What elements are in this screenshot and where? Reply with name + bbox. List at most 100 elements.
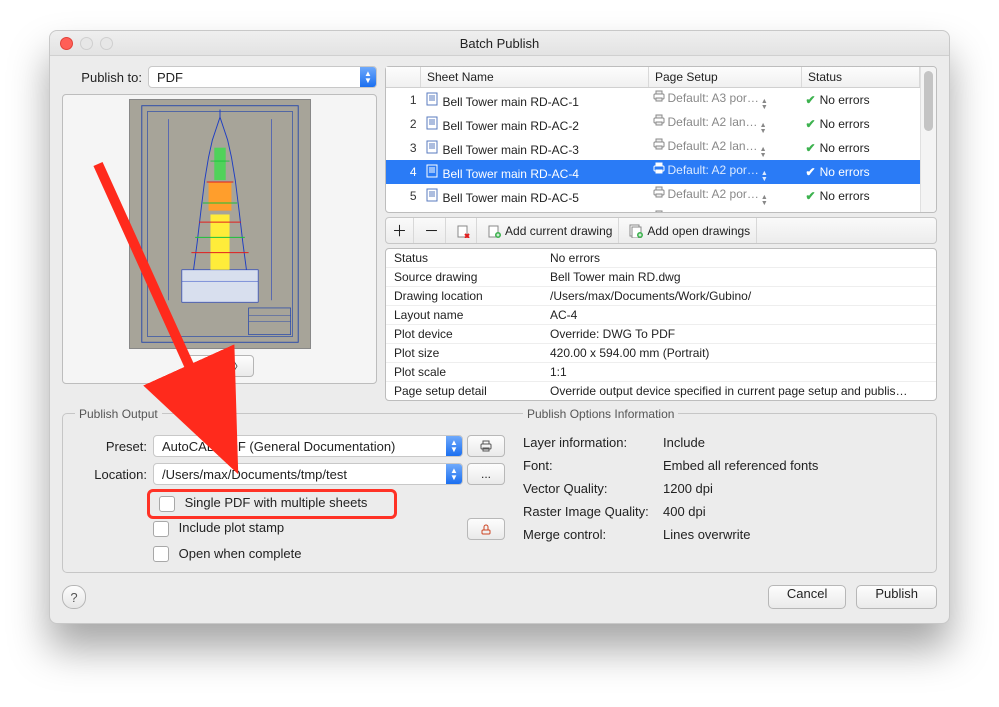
- checkbox-icon: [159, 496, 175, 512]
- row-index: 5: [386, 184, 421, 208]
- stepper-icon: ▲▼: [761, 195, 768, 207]
- printer-icon: [653, 186, 665, 198]
- sheet-name-cell: Bell Tower main RD-AC-1: [421, 88, 649, 113]
- sheet-icon: [425, 212, 439, 213]
- option-value: Embed all referenced fonts: [663, 458, 818, 473]
- option-value: Lines overwrite: [663, 527, 750, 542]
- dropdown-arrows-icon: ▲▼: [446, 464, 462, 484]
- option-value: 400 dpi: [663, 504, 706, 519]
- location-select[interactable]: /Users/max/Documents/tmp/test ▲▼: [153, 463, 463, 485]
- detail-value: 1:1: [542, 363, 936, 382]
- option-info-row: Font:Embed all referenced fonts: [523, 458, 924, 473]
- col-page-setup[interactable]: Page Setup: [649, 67, 802, 88]
- printer-icon: [653, 90, 665, 102]
- detail-value: /Users/max/Documents/Work/Gubino/: [542, 287, 936, 306]
- option-key: Font:: [523, 458, 663, 473]
- sheet-details: StatusNo errorsSource drawingBell Tower …: [385, 248, 937, 401]
- detail-value: AC-4: [542, 306, 936, 325]
- detail-key: Source drawing: [386, 268, 542, 287]
- publish-to-select[interactable]: PDF ▲▼: [148, 66, 377, 88]
- table-row[interactable]: 2 Bell Tower main RD-AC-2 Default: A2 la…: [386, 112, 920, 136]
- sheet-toolbar: ＋ － Add current drawing: [385, 217, 937, 244]
- cancel-button[interactable]: Cancel: [768, 585, 846, 609]
- page-setup-cell[interactable]: Default: A2 por…▲▼: [649, 160, 802, 184]
- detail-value: 420.00 x 594.00 mm (Portrait): [542, 344, 936, 363]
- row-index: 3: [386, 136, 421, 160]
- table-row[interactable]: 1 Bell Tower main RD-AC-1 Default: A3 po…: [386, 88, 920, 113]
- help-button[interactable]: ?: [62, 585, 86, 609]
- status-cell: ✔No errors: [802, 184, 920, 208]
- publish-options-legend: Publish Options Information: [523, 407, 678, 421]
- preset-select[interactable]: AutoCAD PDF (General Documentation) ▲▼: [153, 435, 463, 457]
- table-row[interactable]: 3 Bell Tower main RD-AC-3 Default: A2 la…: [386, 136, 920, 160]
- page-setup-cell[interactable]: Default: A2 por…▲▼: [649, 208, 802, 212]
- col-sheet-name[interactable]: Sheet Name: [421, 67, 649, 88]
- publish-to-label: Publish to:: [62, 70, 148, 85]
- page-setup-cell[interactable]: Default: A2 por…▲▼: [649, 184, 802, 208]
- printer-icon: [653, 114, 665, 126]
- table-row[interactable]: 4 Bell Tower main RD-AC-4 Default: A2 po…: [386, 160, 920, 184]
- printer-icon: [653, 162, 665, 174]
- add-current-drawing-button[interactable]: Add current drawing: [481, 218, 619, 243]
- detail-row: Plot size420.00 x 594.00 mm (Portrait): [386, 344, 936, 363]
- row-index: 6: [386, 208, 421, 212]
- printer-icon: [653, 138, 665, 150]
- option-key: Layer information:: [523, 435, 663, 450]
- detail-row: Page setup detailOverride output device …: [386, 382, 936, 401]
- row-index: 1: [386, 88, 421, 113]
- option-info-row: Vector Quality:1200 dpi: [523, 481, 924, 496]
- dropdown-arrows-icon: ▲▼: [360, 67, 376, 87]
- sheet-name-cell: Bell Tower main RD-AC-3: [421, 136, 649, 160]
- detail-key: Plot scale: [386, 363, 542, 382]
- remove-sheet-button[interactable]: －: [418, 218, 446, 243]
- check-icon: ✔: [806, 93, 816, 107]
- include-stamp-checkbox[interactable]: Include plot stamp: [153, 520, 463, 537]
- option-key: Vector Quality:: [523, 481, 663, 496]
- detail-row: Layout nameAC-4: [386, 306, 936, 325]
- print-preset-button[interactable]: [467, 435, 505, 457]
- detail-key: Plot device: [386, 325, 542, 344]
- option-info-row: Raster Image Quality:400 dpi: [523, 504, 924, 519]
- option-info-row: Layer information:Include: [523, 435, 924, 450]
- preview-next-button[interactable]: 〉: [224, 355, 254, 377]
- titlebar[interactable]: Batch Publish: [50, 31, 949, 56]
- publish-to-value: PDF: [157, 70, 183, 85]
- preset-label: Preset:: [75, 439, 147, 454]
- add-sheet-button[interactable]: ＋: [386, 218, 414, 243]
- single-pdf-checkbox[interactable]: Single PDF with multiple sheets: [153, 491, 505, 516]
- browse-button[interactable]: ...: [467, 463, 505, 485]
- open-when-complete-checkbox[interactable]: Open when complete: [153, 546, 505, 563]
- table-row[interactable]: 6 Bell Tower main RD-AC-6 Default: A2 po…: [386, 208, 920, 212]
- option-key: Raster Image Quality:: [523, 504, 663, 519]
- sheet-name-cell: Bell Tower main RD-AC-5: [421, 184, 649, 208]
- preview-canvas: [129, 99, 311, 349]
- publish-button[interactable]: Publish: [856, 585, 937, 609]
- page-setup-cell[interactable]: Default: A2 lan…▲▼: [649, 136, 802, 160]
- sheet-table[interactable]: Sheet Name Page Setup Status 1 Bell Towe…: [385, 66, 937, 213]
- page-setup-cell[interactable]: Default: A3 por…▲▼: [649, 88, 802, 113]
- detail-value: No errors: [542, 249, 936, 268]
- location-label: Location:: [75, 467, 147, 482]
- stamp-settings-button[interactable]: [467, 518, 505, 540]
- option-value: Include: [663, 435, 705, 450]
- detail-key: Plot size: [386, 344, 542, 363]
- detail-row: Drawing location/Users/max/Documents/Wor…: [386, 287, 936, 306]
- sheet-name-cell: Bell Tower main RD-AC-2: [421, 112, 649, 136]
- add-open-drawings-button[interactable]: Add open drawings: [623, 218, 757, 243]
- sheet-icon: [425, 188, 439, 202]
- page-setup-cell[interactable]: Default: A2 lan…▲▼: [649, 112, 802, 136]
- window-title: Batch Publish: [50, 36, 949, 51]
- checkbox-icon: [153, 546, 169, 562]
- checkbox-icon: [153, 521, 169, 537]
- option-info-row: Merge control:Lines overwrite: [523, 527, 924, 542]
- table-scrollbar[interactable]: [920, 67, 936, 212]
- sheet-name-cell: Bell Tower main RD-AC-4: [421, 160, 649, 184]
- table-row[interactable]: 5 Bell Tower main RD-AC-5 Default: A2 po…: [386, 184, 920, 208]
- stepper-icon: ▲▼: [761, 99, 768, 111]
- detail-key: Status: [386, 249, 542, 268]
- row-index: 4: [386, 160, 421, 184]
- col-status[interactable]: Status: [802, 67, 920, 88]
- status-cell: ✔No errors: [802, 88, 920, 113]
- preview-prev-button[interactable]: 〈: [186, 355, 216, 377]
- delete-sheet-button[interactable]: [450, 218, 477, 243]
